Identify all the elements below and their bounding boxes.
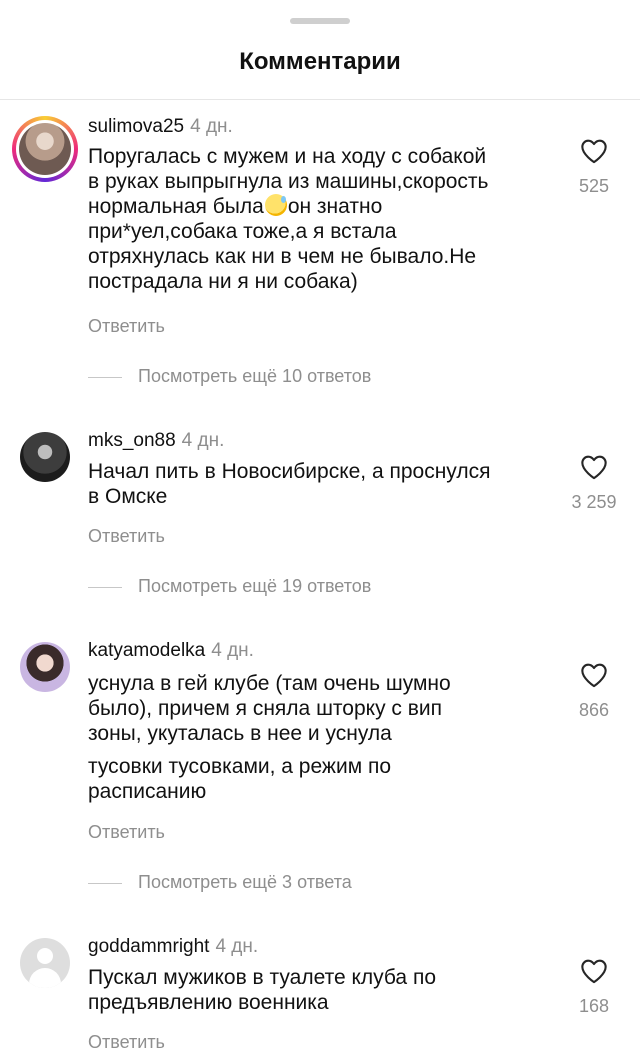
avatar[interactable] xyxy=(20,432,70,482)
view-more-replies[interactable]: Посмотреть ещё 19 ответов xyxy=(88,576,371,597)
view-more-replies[interactable]: Посмотреть ещё 10 ответов xyxy=(88,366,371,387)
comment-text: Начал пить в Новосибирске, а проснулся в… xyxy=(88,459,558,509)
grinning-sweat-emoji xyxy=(264,194,287,216)
avatar[interactable] xyxy=(20,938,70,988)
view-more-label: Посмотреть ещё 3 ответа xyxy=(138,872,352,892)
reply-button[interactable]: Ответить xyxy=(88,526,165,547)
comment-line: уснула в гей клубе (там очень шумно xyxy=(88,672,451,695)
reply-button[interactable]: Ответить xyxy=(88,1032,165,1053)
reply-button[interactable]: Ответить xyxy=(88,822,165,843)
username[interactable]: sulimova25 xyxy=(88,116,184,137)
comment-line: Поругалась с мужем и на ходу с собакой xyxy=(88,145,487,168)
comment-line: в руках выпрыгнула из машины,скорость xyxy=(88,170,489,193)
username[interactable]: mks_on88 xyxy=(88,430,176,451)
like-control: 168 xyxy=(568,958,620,1017)
divider-dash xyxy=(88,882,122,884)
like-control: 866 xyxy=(568,662,620,721)
default-avatar-head xyxy=(37,948,53,964)
comment-meta: katyamodelka 4 дн. xyxy=(88,640,254,662)
comment-line: Начал пить в Новосибирске, а проснулся xyxy=(88,460,491,483)
timestamp: 4 дн. xyxy=(181,430,225,451)
comment-line-text: нормальная была xyxy=(88,195,264,218)
comment-line: предъявлению военника xyxy=(88,991,329,1014)
avatar[interactable] xyxy=(20,642,70,692)
comment-line: было), причем я сняла шторку с вип xyxy=(88,697,443,720)
view-more-replies[interactable]: Посмотреть ещё 3 ответа xyxy=(88,872,352,893)
comment-line: в Омске xyxy=(88,485,168,508)
heart-outline-icon[interactable] xyxy=(580,958,608,984)
title-divider xyxy=(0,99,640,100)
heart-outline-icon[interactable] xyxy=(580,138,608,164)
timestamp: 4 дн. xyxy=(211,640,254,661)
reply-button[interactable]: Ответить xyxy=(88,316,165,337)
divider-dash xyxy=(88,586,122,588)
comment-meta: goddammright 4 дн. xyxy=(88,936,258,958)
heart-outline-icon[interactable] xyxy=(580,454,608,480)
comment-text: Поругалась с мужем и на ходу с собакой в… xyxy=(88,144,558,294)
avatar[interactable] xyxy=(12,116,78,182)
heart-outline-icon[interactable] xyxy=(580,662,608,688)
comment-line: Пускал мужиков в туалете клуба по xyxy=(88,966,436,989)
comment-line: расписанию xyxy=(88,780,207,803)
comment-line: зоны, укуталась в нее и уснула xyxy=(88,722,392,745)
comment-text: Пускал мужиков в туалете клуба по предъя… xyxy=(88,965,558,1015)
username[interactable]: katyamodelka xyxy=(88,640,205,661)
drag-handle[interactable] xyxy=(290,18,350,24)
divider-dash xyxy=(88,376,122,378)
comment-meta: mks_on88 4 дн. xyxy=(88,430,224,452)
sheet-title: Комментарии xyxy=(239,48,401,75)
username[interactable]: goddammright xyxy=(88,936,209,957)
comment-line: отряхнулась как ни в чем не бывало.Не xyxy=(88,245,477,268)
comment-line: при*уел,собака тоже,а я встала xyxy=(88,220,397,243)
like-control: 3 259 xyxy=(568,454,620,513)
like-count: 168 xyxy=(578,996,610,1016)
comments-sheet: Комментарии sulimova25 4 дн. Поругалась с… xyxy=(0,0,640,1058)
default-avatar-body xyxy=(29,968,61,988)
comment-meta: sulimova25 4 дн. xyxy=(88,116,233,138)
view-more-label: Посмотреть ещё 10 ответов xyxy=(138,366,372,386)
like-control: 525 xyxy=(568,138,620,197)
comment-line: пострадала ни я ни собака) xyxy=(88,270,358,293)
like-count: 525 xyxy=(578,176,610,196)
comment-line: тусовки тусовками, а режим по xyxy=(88,755,392,778)
comment-line-text: он знатно xyxy=(287,195,383,218)
timestamp: 4 дн. xyxy=(190,116,233,137)
timestamp: 4 дн. xyxy=(215,936,259,957)
comment-text: уснула в гей клубе (там очень шумно было… xyxy=(88,671,558,804)
comment-line: нормальная была он знатно xyxy=(88,194,558,219)
like-count: 866 xyxy=(578,700,610,720)
like-count: 3 259 xyxy=(571,492,617,512)
view-more-label: Посмотреть ещё 19 ответов xyxy=(138,576,372,596)
